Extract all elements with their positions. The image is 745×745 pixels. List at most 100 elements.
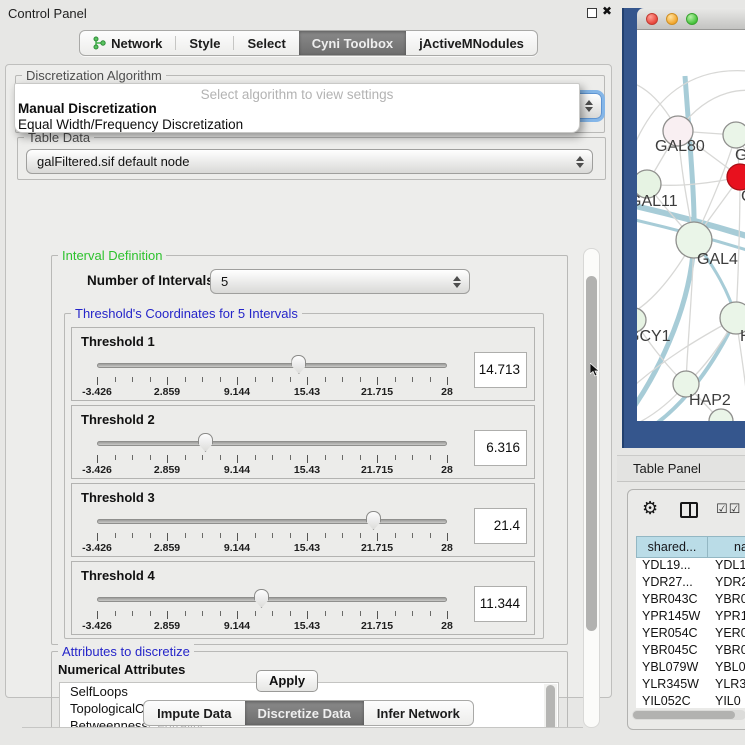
slider-tick-label: 21.715 [361, 464, 393, 476]
threshold-value-field[interactable]: 11.344 [474, 586, 527, 622]
node-label-hap2: HAP2 [689, 392, 731, 410]
minimize-window-icon[interactable] [666, 13, 678, 25]
slider-tick-label: 15.43 [294, 620, 320, 632]
checkbox-icons[interactable]: ☑☑ [716, 501, 741, 517]
algorithm-dropdown-popup: Select algorithm to view settingsManual … [14, 83, 580, 133]
table-row[interactable]: YDR27...YDR2 [636, 575, 745, 592]
close-panel-icon[interactable]: ✖ [602, 4, 612, 18]
table-row[interactable]: YIL052CYIL0 [636, 694, 745, 708]
slider-handle[interactable] [198, 433, 213, 452]
slider-tick [412, 455, 413, 460]
slider-tick-label: -3.426 [82, 620, 112, 632]
slider-tick [167, 455, 168, 463]
apply-button[interactable]: Apply [256, 670, 318, 692]
zoom-window-icon[interactable] [686, 13, 698, 25]
slider-tick-label: 9.144 [224, 620, 250, 632]
table-panel: ⚙ ☑☑ shared... na YDL19...YDL1YDR27...YD… [627, 489, 745, 730]
table-row[interactable]: YBR045CYBR0 [636, 643, 745, 660]
number-of-intervals-label: Number of Intervals [87, 273, 214, 288]
slider-track[interactable] [97, 597, 447, 602]
slider-tick-label: 15.43 [294, 386, 320, 398]
slider-tick [132, 377, 133, 382]
slider-handle[interactable] [291, 355, 306, 374]
scrollbar-thumb[interactable] [633, 711, 735, 719]
slider-tick [307, 611, 308, 619]
cell-shared-name: YIL052C [636, 694, 708, 708]
table-row[interactable]: YBR043CYBR0 [636, 592, 745, 609]
threshold-label: Threshold 3 [81, 490, 155, 505]
slider-tick-label: 9.144 [224, 386, 250, 398]
threshold-panel-3: Threshold 3-3.4262.8599.14415.4321.71528… [71, 483, 535, 557]
tab-jactivemnodules[interactable]: jActiveMNodules [406, 31, 537, 55]
scrollbar-thumb[interactable] [586, 276, 597, 631]
table-data-select[interactable]: galFiltered.sif default node [26, 149, 593, 174]
slider-track[interactable] [97, 363, 447, 368]
slider-handle[interactable] [366, 511, 381, 530]
threshold-panel-1: Threshold 1-3.4262.8599.14415.4321.71528… [71, 327, 535, 401]
number-of-intervals-select[interactable]: 5 [210, 269, 470, 294]
slider-tick [115, 377, 116, 382]
column-header-name[interactable]: na [708, 536, 745, 558]
table-row[interactable]: YER054CYER0 [636, 626, 745, 643]
cell-shared-name: YER054C [636, 626, 708, 643]
slider-tick [307, 533, 308, 541]
node-label-gcy1: GCY1 [637, 328, 671, 346]
slider-track[interactable] [97, 441, 447, 446]
slider-tick [202, 611, 203, 616]
tab-discretize-data[interactable]: Discretize Data [245, 701, 364, 725]
threshold-label: Threshold 2 [81, 412, 155, 427]
slider-tick [325, 377, 326, 382]
cell-name: YBR0 [708, 643, 745, 660]
threshold-value-field[interactable]: 21.4 [474, 508, 527, 544]
slider-tick [412, 611, 413, 616]
cell-name: YBL0 [708, 660, 745, 677]
slider-tick [325, 533, 326, 538]
slider-tick [97, 455, 98, 463]
slider-tick-label: 9.144 [224, 542, 250, 554]
slider-handle[interactable] [254, 589, 269, 608]
tab-style[interactable]: Style [176, 31, 233, 55]
table-row[interactable]: YBL079WYBL0 [636, 660, 745, 677]
slider-tick [220, 533, 221, 538]
slider-tick [132, 455, 133, 460]
close-window-icon[interactable] [646, 13, 658, 25]
threshold-value-field[interactable]: 6.316 [474, 430, 527, 466]
tab-select[interactable]: Select [234, 31, 298, 55]
tab-cyni-toolbox[interactable]: Cyni Toolbox [299, 31, 406, 55]
table-rows: YDL19...YDL1YDR27...YDR2YBR043CYBR0YPR14… [636, 558, 745, 708]
table-row[interactable]: YLR345WYLR3 [636, 677, 745, 694]
slider-tick [220, 455, 221, 460]
network-canvas[interactable]: GAL80 GA C GAL11 GAL4 GCY1 H HAP2 [637, 30, 745, 421]
table-horizontal-scrollbar[interactable] [632, 710, 745, 720]
tab-infer-network[interactable]: Infer Network [364, 701, 473, 725]
split-columns-icon[interactable] [680, 502, 698, 518]
network-view-window[interactable]: GAL80 GA C GAL11 GAL4 GCY1 H HAP2 [622, 8, 745, 448]
slider-tick [290, 533, 291, 538]
slider-tick [237, 533, 238, 541]
float-panel-icon[interactable] [587, 8, 597, 18]
table-row[interactable]: YDL19...YDL1 [636, 558, 745, 575]
popup-option-1[interactable]: Manual Discretization [18, 101, 157, 116]
popup-option-2[interactable]: Equal Width/Frequency Discretization [18, 117, 243, 132]
threshold-value-field[interactable]: 14.713 [474, 352, 527, 388]
column-header-shared[interactable]: shared... [636, 536, 708, 558]
panel-vertical-scrollbar[interactable] [583, 248, 600, 728]
popup-hint: Select algorithm to view settings [15, 87, 579, 102]
slider-tick [150, 455, 151, 460]
slider-tick [220, 611, 221, 616]
slider-tick [325, 611, 326, 616]
slider-track[interactable] [97, 519, 447, 524]
cyni-toolbox-panel: Discretization Algorithm Table Data galF… [5, 64, 612, 698]
slider-tick-label: 15.43 [294, 542, 320, 554]
table-row[interactable]: YPR145WYPR1 [636, 609, 745, 626]
network-window-titlebar[interactable] [637, 8, 745, 30]
slider-tick [97, 377, 98, 385]
slider-tick [360, 533, 361, 538]
slider-tick [395, 377, 396, 382]
tab-impute-data[interactable]: Impute Data [144, 701, 244, 725]
gear-icon[interactable]: ⚙ [642, 498, 658, 519]
table-panel-title: Table Panel [617, 455, 745, 482]
number-of-intervals-value: 5 [221, 274, 228, 289]
slider-tick [150, 533, 151, 538]
tab-network[interactable]: Network [80, 31, 175, 55]
